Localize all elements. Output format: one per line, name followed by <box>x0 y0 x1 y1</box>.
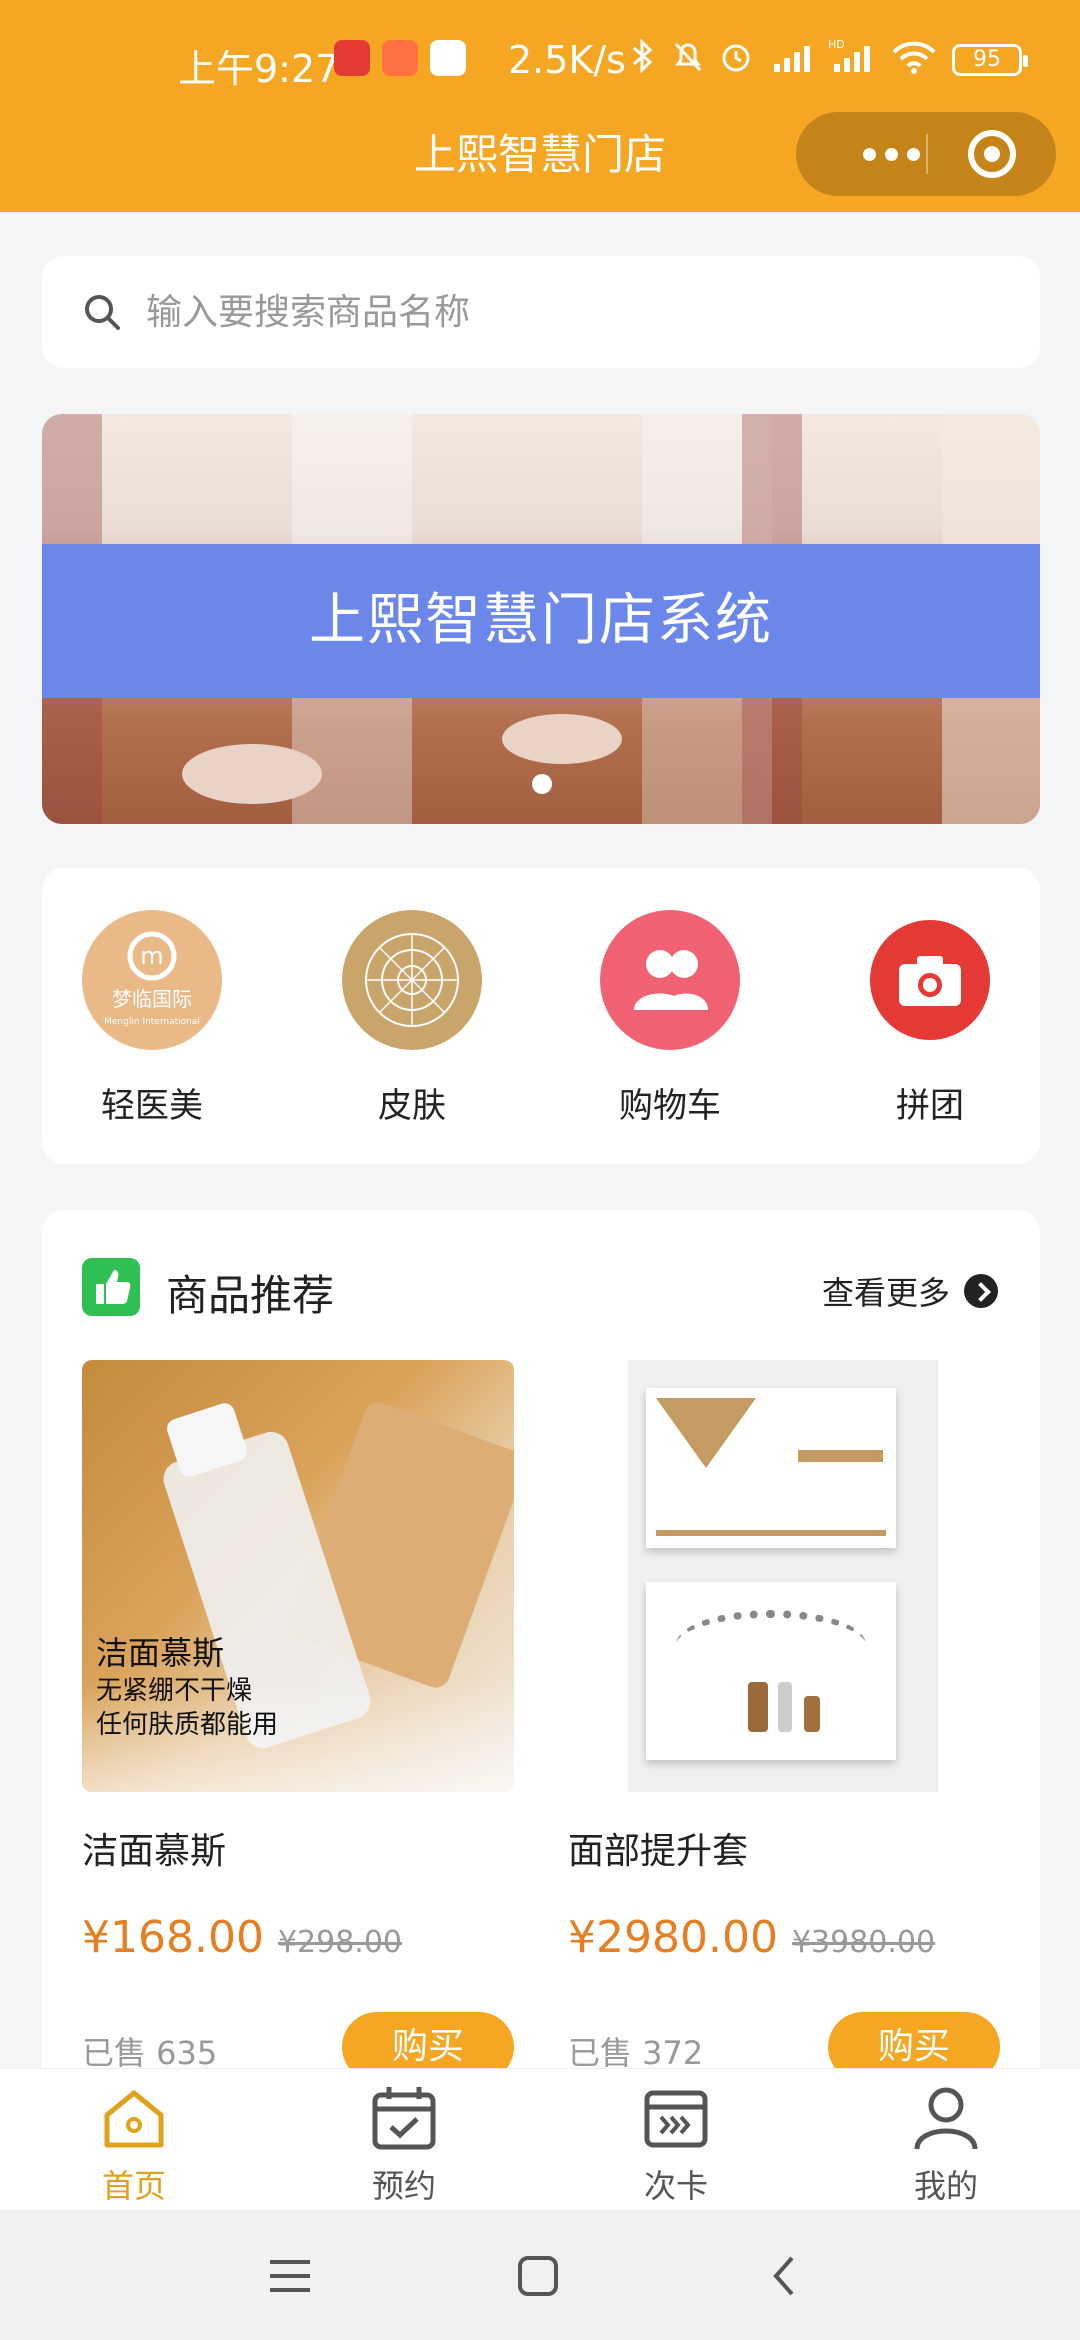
banner-title: 上熙智慧门店系统 <box>42 544 1040 698</box>
view-more-label: 查看更多 <box>821 1274 950 1312</box>
tab-card[interactable]: 次卡 <box>576 2083 776 2207</box>
mini-program-capsule <box>796 112 1056 196</box>
more-menu-button[interactable] <box>826 112 956 196</box>
status-time: 上午9:27 <box>178 47 340 91</box>
logo-text: 梦临国际 <box>112 987 192 1011</box>
product-original-price: ¥3980.00 <box>791 1925 936 1960</box>
product-name: 面部提升套 <box>568 1831 749 1872</box>
dot-icon <box>884 147 898 161</box>
tab-label: 预约 <box>371 2167 436 2205</box>
tab-label: 我的 <box>913 2167 978 2205</box>
tab-booking[interactable]: 预约 <box>304 2083 504 2207</box>
thumbs-up-icon <box>82 1258 140 1316</box>
close-mini-program-button[interactable] <box>968 130 1016 178</box>
back-icon[interactable] <box>756 2248 816 2304</box>
capsule-divider <box>926 134 928 174</box>
category-item[interactable]: 拼团 <box>830 910 1030 1130</box>
alarm-icon <box>722 44 750 72</box>
banner-carousel[interactable]: 上熙智慧门店系统 <box>42 414 1040 824</box>
signal-hd-icon: HD <box>828 38 870 72</box>
category-grid: m 梦临国际 Menglin International 轻医美 皮肤 购物车 拼团 <box>42 868 1040 1164</box>
wifi-icon <box>892 41 936 74</box>
image-caption: 任何肤质都能用 <box>96 1710 279 1740</box>
tab-profile[interactable]: 我的 <box>846 2083 1046 2207</box>
dot-icon <box>862 147 876 161</box>
product-name: 洁面慕斯 <box>82 1831 227 1872</box>
signal-icon <box>774 46 810 72</box>
system-nav-bar <box>0 2210 1080 2340</box>
top-bar: 上午9:27 2.5K/s HD 95 上熙智慧门店 <box>0 0 1080 212</box>
task-app-icon <box>430 40 466 76</box>
health-app-icon <box>382 40 418 76</box>
battery-indicator: 95 <box>952 44 1028 76</box>
calendar-check-icon <box>372 2087 436 2150</box>
tab-home[interactable]: 首页 <box>34 2083 234 2207</box>
product-price-row: ¥168.00 ¥298.00 <box>82 1912 514 1963</box>
product-price: ¥2980.00 <box>568 1912 778 1963</box>
banner-stool <box>182 744 322 804</box>
category-label: 轻医美 <box>101 1086 203 1126</box>
svg-text:m: m <box>140 942 163 970</box>
menu-icon[interactable] <box>260 2248 320 2304</box>
logo-subtext: Menglin International <box>104 1017 200 1027</box>
product-price-row: ¥2980.00 ¥3980.00 <box>568 1912 1000 1963</box>
section-title: 商品推荐 <box>166 1271 335 1320</box>
banner-stool <box>502 714 622 764</box>
category-item[interactable]: 购物车 <box>570 910 770 1130</box>
product-original-price: ¥298.00 <box>277 1925 403 1960</box>
product-card[interactable]: 面部提升套 ¥2980.00 ¥3980.00 已售 372 购买 <box>568 1360 1000 2082</box>
category-label: 皮肤 <box>378 1086 446 1126</box>
weibo-icon <box>334 40 370 76</box>
card-icon <box>644 2090 708 2148</box>
category-label: 购物车 <box>619 1086 721 1126</box>
product-image <box>568 1360 1000 1792</box>
net-speed: 2.5K/s <box>508 38 626 82</box>
carousel-indicator <box>532 774 552 794</box>
camera-icon <box>870 920 990 1040</box>
search-input[interactable] <box>146 280 1006 344</box>
category-label: 拼团 <box>896 1086 964 1126</box>
tab-label: 次卡 <box>643 2167 708 2205</box>
svg-text:HD: HD <box>828 38 845 51</box>
group-users-icon <box>600 910 740 1050</box>
view-more-link[interactable]: 查看更多 <box>822 1268 998 1314</box>
recommend-section: 商品推荐 查看更多 洁面慕斯 无紧绷不干燥 任何肤质都能用 洁面慕斯 ¥168.… <box>42 1210 1040 2090</box>
dot-icon <box>906 147 920 161</box>
user-icon <box>914 2087 978 2150</box>
search-bar[interactable] <box>42 256 1040 368</box>
status-bar: 上午9:27 2.5K/s HD 95 <box>0 0 1080 118</box>
menglin-logo-icon: m 梦临国际 Menglin International <box>82 910 222 1050</box>
bottom-tab-bar: 首页 预约 次卡 我的 <box>0 2068 1080 2210</box>
mute-bell-icon <box>674 42 702 72</box>
search-icon <box>85 295 120 330</box>
product-price: ¥168.00 <box>82 1912 264 1963</box>
image-caption: 洁面慕斯 <box>96 1634 225 1672</box>
bluetooth-icon <box>633 38 653 74</box>
category-item[interactable]: 皮肤 <box>312 910 512 1130</box>
mandala-icon <box>342 910 482 1050</box>
arrow-right-icon <box>964 1274 998 1308</box>
image-caption: 无紧绷不干燥 <box>96 1676 253 1706</box>
category-item[interactable]: m 梦临国际 Menglin International 轻医美 <box>52 910 252 1130</box>
product-card[interactable]: 洁面慕斯 无紧绷不干燥 任何肤质都能用 洁面慕斯 ¥168.00 ¥298.00… <box>82 1360 514 2082</box>
home-icon <box>104 2090 164 2148</box>
product-image: 洁面慕斯 无紧绷不干燥 任何肤质都能用 <box>82 1360 514 1792</box>
home-square-icon[interactable] <box>508 2248 568 2304</box>
tab-label: 首页 <box>101 2167 166 2205</box>
